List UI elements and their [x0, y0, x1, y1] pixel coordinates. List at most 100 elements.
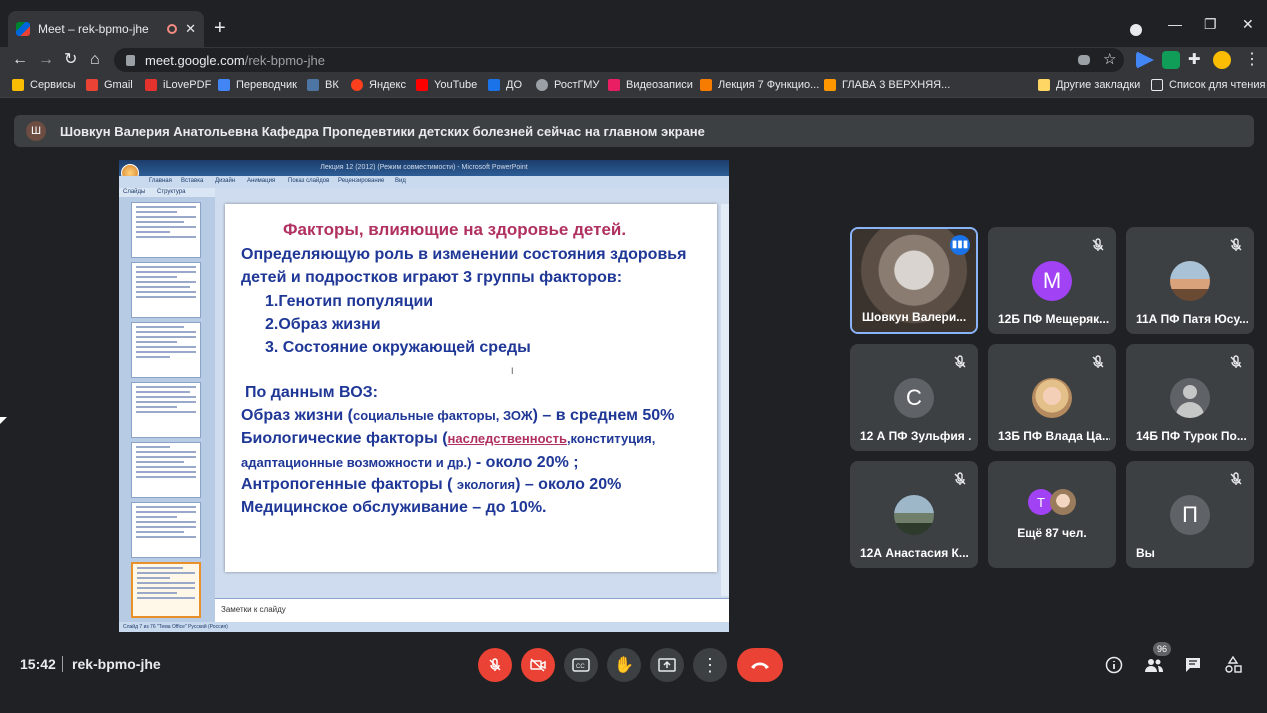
bookmark-videos[interactable]: Видеозаписи [608, 79, 693, 91]
bookmark-label: iLovePDF [163, 79, 212, 91]
generic-person-icon [1170, 378, 1210, 418]
profile-menu-icon[interactable] [1130, 24, 1142, 36]
lock-icon [126, 54, 135, 66]
mic-off-icon [489, 658, 501, 671]
participant-tile[interactable]: 11А ПФ Патя Юсу... [1126, 227, 1254, 334]
bookmark-star-icon[interactable]: ☆ [1103, 50, 1116, 70]
bookmark-label: ГЛАВА 3 ВЕРХНЯЯ... [842, 79, 951, 91]
ppt-editing-area: Факторы, влияющие на здоровье детей. Опр… [215, 188, 729, 598]
maximize-icon[interactable]: ❐ [1204, 16, 1217, 33]
participant-tile[interactable]: M 12Б ПФ Мещеряк... [988, 227, 1116, 334]
camera-indicator-icon[interactable] [1078, 55, 1090, 65]
mouse-cursor-icon [0, 417, 7, 424]
leave-call-button[interactable] [737, 648, 783, 682]
participant-tile[interactable]: 12А Анастасия К... [850, 461, 978, 568]
participant-name: 14Б ПФ Турок По... [1136, 429, 1247, 443]
chapter-doc-icon [824, 79, 836, 91]
text-part: Антропогенные факторы ( [241, 476, 457, 493]
activities-button[interactable] [1222, 654, 1244, 676]
participant-tile[interactable]: 14Б ПФ Турок По... [1126, 344, 1254, 451]
reload-icon[interactable]: ↻ [64, 50, 77, 70]
bookmark-ilovepdf[interactable]: iLovePDF [145, 79, 211, 91]
text-part: - около 20% ; [471, 454, 579, 471]
activities-shapes-icon [1225, 656, 1242, 673]
more-participants-label: Ещё 87 чел. [1017, 526, 1087, 540]
toggle-microphone-button[interactable] [478, 648, 512, 682]
participant-photo [894, 495, 934, 535]
ilovepdf-icon [145, 79, 157, 91]
ribbon-tab: Дизайн [215, 178, 236, 184]
extensions-puzzle-icon[interactable]: ✚ [1188, 50, 1201, 70]
forward-icon[interactable]: → [38, 50, 54, 70]
present-now-button[interactable] [650, 648, 684, 682]
bookmark-youtube[interactable]: YouTube [416, 79, 477, 91]
new-tab-icon[interactable]: + [214, 18, 226, 38]
participant-tile[interactable]: С 12 А ПФ Зульфия ... [850, 344, 978, 451]
bookmark-gmail[interactable]: Gmail [86, 79, 133, 91]
bookmark-translate[interactable]: Переводчик [218, 79, 297, 91]
raise-hand-button[interactable]: ✋ [607, 648, 641, 682]
reading-list[interactable]: Список для чтения [1151, 79, 1265, 91]
more-options-button[interactable]: ⋮ [693, 648, 727, 682]
tab-close-icon[interactable]: ✕ [185, 21, 196, 37]
participant-tile-presenter[interactable]: ▮▮▮ Шовкун Валери... [850, 227, 978, 334]
bookmark-label: Gmail [104, 79, 133, 91]
bookmark-apps[interactable]: Сервисы [12, 79, 76, 91]
ribbon-tab: Главная [149, 178, 172, 184]
bookmark-label: YouTube [434, 79, 478, 91]
bookmark-rostgmu[interactable]: РостГМУ [536, 79, 599, 91]
slide-factor-line: адаптационные возможности и др.) - около… [241, 454, 579, 472]
ppt-notes: Заметки к слайду [215, 598, 729, 622]
captions-button[interactable]: CC [564, 648, 598, 682]
bookmark-lecture7[interactable]: Лекция 7 Функцио... [700, 79, 819, 91]
browser-tab[interactable]: Meet – rek-bpmo-jhe ✕ [8, 11, 204, 47]
participant-name: 12А Анастасия К... [860, 546, 969, 560]
participant-avatar: С [894, 378, 934, 418]
more-vert-icon: ⋮ [701, 655, 719, 675]
participant-name: 13Б ПФ Влада Ца... [998, 429, 1110, 443]
slide-thumbnail [131, 262, 201, 318]
bookmark-do[interactable]: ДО [488, 79, 522, 91]
muted-mic-icon [1092, 238, 1104, 251]
bookmark-chapter3[interactable]: ГЛАВА 3 ВЕРХНЯЯ... [824, 79, 950, 91]
bookmark-label: Сервисы [30, 79, 76, 91]
participant-avatar: M [1032, 261, 1072, 301]
profile-avatar[interactable] [1213, 51, 1231, 69]
bookmark-label: Видеозаписи [626, 79, 693, 91]
bookmark-vk[interactable]: ВК [307, 79, 339, 91]
meeting-details-button[interactable] [1103, 654, 1125, 676]
people-button[interactable] [1143, 654, 1165, 676]
tab-strip: Meet – rek-bpmo-jhe ✕ + — ❐ ✕ [0, 0, 1267, 47]
participant-name: 12Б ПФ Мещеряк... [998, 312, 1110, 326]
ribbon-tab: Рецензирование [338, 178, 385, 184]
extension-cast-icon[interactable] [1136, 51, 1154, 69]
text-part: ,конституция, [566, 431, 656, 446]
ribbon-tab: Вид [395, 178, 406, 184]
address-bar[interactable]: meet.google.com/rek-bpmo-jhe [114, 48, 1124, 72]
other-bookmarks[interactable]: Другие закладки [1038, 79, 1140, 91]
home-icon[interactable]: ⌂ [90, 50, 100, 70]
close-window-icon[interactable]: ✕ [1242, 16, 1254, 33]
extension-translate-icon[interactable] [1162, 51, 1180, 69]
rostgmu-icon [536, 79, 548, 91]
do-icon [488, 79, 500, 91]
panel-tab-outline: Структура [157, 189, 186, 195]
back-icon[interactable]: ← [12, 50, 28, 70]
ribbon-tab: Показ слайдов [288, 178, 330, 184]
minimize-icon[interactable]: — [1168, 16, 1182, 32]
chat-button[interactable] [1182, 654, 1204, 676]
info-icon [1105, 656, 1123, 674]
bookmark-yandex[interactable]: Яндекс [351, 79, 406, 91]
slide-list-item: 3. Состояние окружающей среды [265, 339, 531, 356]
svg-text:CC: CC [576, 664, 585, 670]
more-participants-tile[interactable]: Т Ещё 87 чел. [988, 461, 1116, 568]
participant-tile[interactable]: 13Б ПФ Влада Ца... [988, 344, 1116, 451]
folder-icon [1038, 79, 1050, 91]
bookmarks-bar: Сервисы Gmail iLovePDF Переводчик ВК Янд… [0, 74, 1267, 98]
speaking-indicator-icon: ▮▮▮ [950, 235, 970, 255]
self-tile[interactable]: П Вы [1126, 461, 1254, 568]
text-part: наследственность [447, 431, 567, 446]
browser-menu-icon[interactable]: ⋮ [1244, 50, 1260, 70]
toggle-camera-button[interactable] [521, 648, 555, 682]
ribbon-tab: Анимация [247, 178, 276, 184]
